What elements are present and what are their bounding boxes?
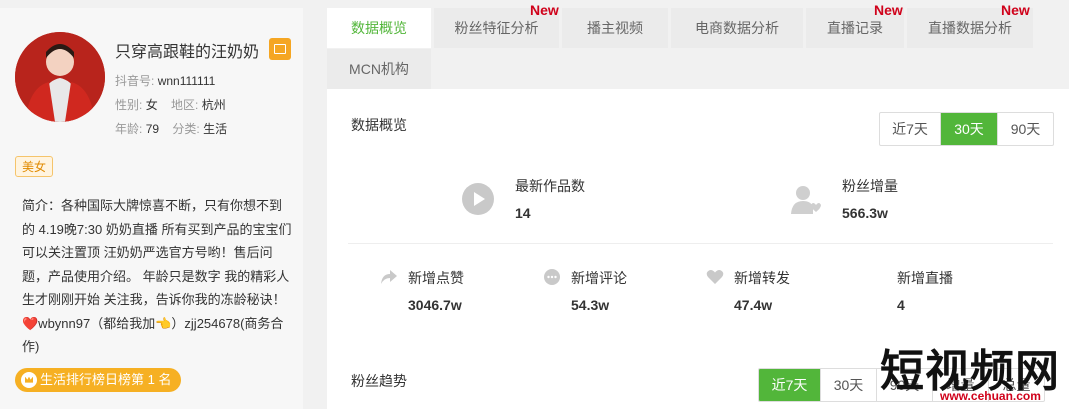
profile-intro: 简介：各种国际大牌惊喜不断，只有你想不到的 4.19晚7:30 奶奶直播 所有买… (22, 198, 292, 354)
tab-videos[interactable]: 播主视频 (562, 8, 668, 48)
overview-title: 数据概览 (351, 117, 407, 133)
new-badge: New (1001, 2, 1030, 18)
trend-title: 粉丝趋势 (351, 373, 407, 389)
watermark-logo: 短视频网 www.cehuan.com (880, 346, 1060, 403)
gender-region: 性别: 女 地区: 杭州 (115, 98, 226, 112)
shares-label: 新增转发 (734, 270, 790, 286)
range-7d[interactable]: 近7天 (880, 113, 941, 145)
share-arrow-icon (381, 270, 397, 284)
lives-value: 4 (897, 297, 905, 313)
age-category: 年龄: 79 分类: 生活 (115, 122, 228, 136)
profile-panel: 只穿高跟鞋的汪奶奶 抖音号: wnn111111 性别: 女 地区: 杭州 年龄… (0, 8, 303, 409)
comment-icon (544, 269, 560, 285)
latest-works-label: 最新作品数 (515, 178, 585, 194)
shop-icon[interactable] (269, 38, 291, 60)
trend-range-30d[interactable]: 30天 (821, 369, 877, 401)
range-90d[interactable]: 90天 (998, 113, 1053, 145)
divider (348, 243, 1053, 244)
tab-overview[interactable]: 数据概览 (327, 8, 431, 48)
tab-mcn[interactable]: MCN机构 (327, 49, 431, 89)
douyin-id: 抖音号: wnn111111 (115, 74, 216, 88)
comments-value: 54.3w (571, 297, 610, 313)
range-30d[interactable]: 30天 (941, 113, 998, 145)
fans-growth-value: 566.3w (842, 205, 888, 221)
fans-growth-label: 粉丝增量 (842, 178, 898, 194)
avatar[interactable] (15, 32, 105, 122)
latest-works-value: 14 (515, 205, 531, 221)
crown-icon (21, 371, 37, 388)
trend-range-7d[interactable]: 近7天 (759, 369, 821, 401)
likes-label: 新增点赞 (408, 270, 464, 286)
likes-value: 3046.7w (408, 297, 462, 313)
heart-icon (706, 270, 724, 284)
tab-ecommerce[interactable]: 电商数据分析 (671, 8, 803, 48)
play-icon (462, 183, 494, 215)
fans-icon (791, 186, 821, 214)
tag-badge: 美女 (15, 156, 54, 177)
range-toggle: 近7天 30天 90天 (879, 112, 1054, 146)
new-badge: New (874, 2, 903, 18)
rank-badge[interactable]: 生活排行榜日榜第 1 名 (15, 368, 182, 392)
comments-label: 新增评论 (571, 270, 627, 286)
new-badge: New (530, 2, 559, 18)
shares-value: 47.4w (734, 297, 773, 313)
lives-label: 新增直播 (897, 270, 953, 286)
profile-name: 只穿高跟鞋的汪奶奶 (115, 44, 260, 61)
